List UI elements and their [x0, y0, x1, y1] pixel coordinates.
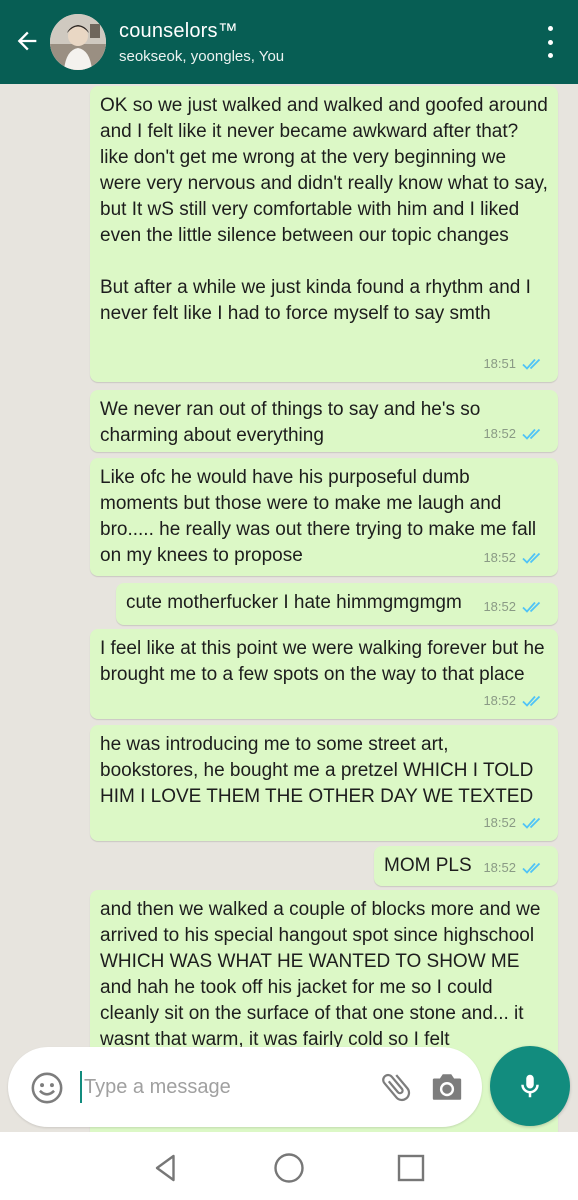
message-meta: 18:51	[483, 351, 546, 377]
message-text: Like ofc he would have his purposeful du…	[100, 467, 537, 566]
camera-icon[interactable]	[430, 1071, 464, 1103]
double-check-icon	[522, 817, 541, 829]
recents-square-icon[interactable]	[393, 1150, 429, 1186]
chat-title: counselors™	[119, 20, 238, 42]
message-time: 18:52	[483, 815, 516, 830]
message-meta: 18:52	[483, 421, 546, 447]
message-bubble[interactable]: cute motherfucker I hate himmgmgmgm 18:5…	[116, 583, 558, 625]
message-bubble[interactable]: I feel like at this point we were walkin…	[90, 629, 558, 719]
emoji-icon[interactable]	[30, 1071, 64, 1105]
paperclip-icon[interactable]	[378, 1069, 414, 1105]
message-composer	[8, 1047, 482, 1127]
more-options-button[interactable]	[542, 26, 558, 58]
message-time: 18:51	[483, 356, 516, 371]
chat-header: counselors™ seokseok, yoongles, You	[0, 0, 578, 84]
message-text: OK so we just walked and walked and goof…	[100, 95, 548, 324]
double-check-icon	[522, 862, 541, 874]
message-bubble[interactable]: MOM PLS 18:52	[374, 846, 558, 886]
message-meta: 18:52	[483, 688, 546, 714]
message-bubble[interactable]: We never ran out of things to say and he…	[90, 390, 558, 452]
system-navigation-bar	[0, 1134, 578, 1200]
message-meta: 18:52	[483, 810, 546, 836]
message-text: and then we walked a couple of blocks mo…	[100, 899, 541, 1050]
message-time: 18:52	[483, 426, 516, 441]
double-check-icon	[522, 358, 541, 370]
message-meta: 18:52	[483, 545, 546, 571]
message-text: I feel like at this point we were walkin…	[100, 638, 545, 685]
message-meta: 18:52	[483, 855, 546, 881]
double-check-icon	[522, 695, 541, 707]
arrow-left-icon	[17, 31, 37, 51]
double-check-icon	[522, 552, 541, 564]
message-time: 18:52	[483, 693, 516, 708]
voice-message-button[interactable]	[490, 1046, 570, 1126]
more-vertical-icon	[547, 26, 553, 31]
message-text: he was introducing me to some street art…	[100, 734, 534, 807]
double-check-icon	[522, 601, 541, 613]
message-time: 18:52	[483, 599, 516, 614]
message-meta: 18:52	[483, 594, 546, 620]
text-cursor	[80, 1071, 82, 1103]
message-text: We never ran out of things to say and he…	[100, 399, 481, 446]
double-check-icon	[522, 428, 541, 440]
message-bubble[interactable]: he was introducing me to some street art…	[90, 725, 558, 841]
chat-title-block[interactable]: counselors™ seokseok, yoongles, You	[119, 18, 284, 66]
message-input[interactable]	[84, 1067, 364, 1107]
message-bubble[interactable]: Like ofc he would have his purposeful du…	[90, 458, 558, 576]
group-avatar[interactable]	[50, 14, 106, 70]
message-time: 18:52	[483, 550, 516, 565]
chat-participants: seokseok, yoongles, You	[119, 48, 285, 65]
microphone-icon	[521, 1074, 539, 1098]
back-button[interactable]	[10, 24, 44, 58]
message-list[interactable]: OK so we just walked and walked and goof…	[0, 84, 578, 1132]
home-circle-icon[interactable]	[271, 1150, 307, 1186]
back-triangle-icon[interactable]	[148, 1150, 184, 1186]
message-bubble[interactable]: OK so we just walked and walked and goof…	[90, 86, 558, 382]
message-time: 18:52	[483, 860, 516, 875]
